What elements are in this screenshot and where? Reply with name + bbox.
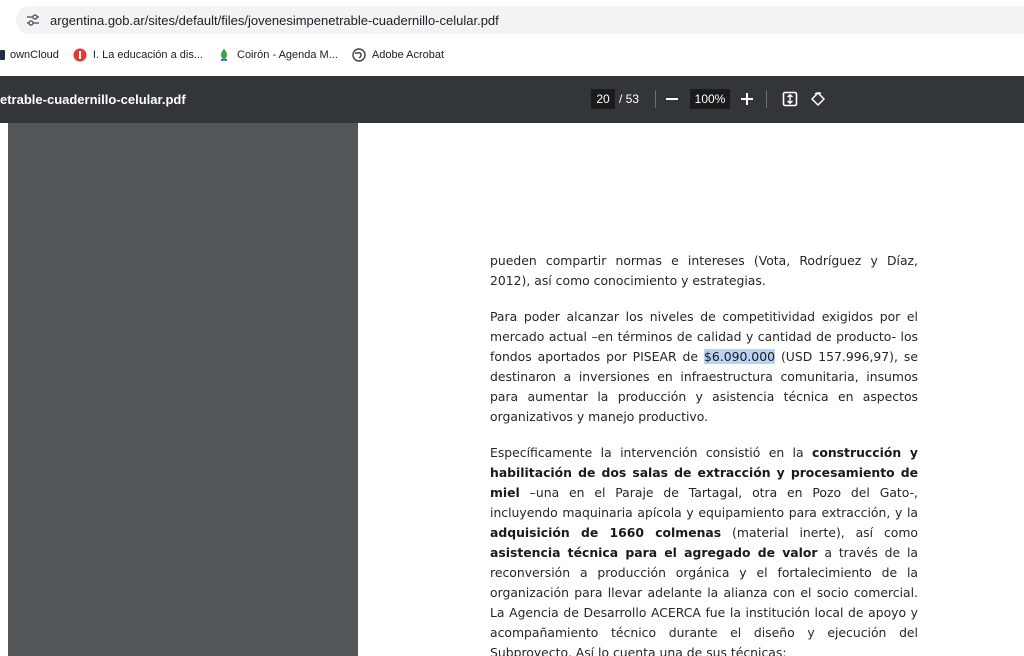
rotate-icon[interactable] bbox=[806, 88, 830, 110]
bookmark-coiron[interactable]: Coirón - Agenda M... bbox=[217, 43, 338, 67]
toolbar-divider bbox=[766, 90, 767, 108]
omnibox[interactable]: argentina.gob.ar/sites/default/files/jov… bbox=[16, 6, 1024, 34]
paragraph: Específicamente la intervención consisti… bbox=[490, 445, 919, 656]
bookmark-label: I. La educación a dis... bbox=[92, 49, 203, 61]
page-total: / 53 bbox=[619, 92, 640, 106]
site-info-icon[interactable] bbox=[24, 11, 42, 29]
paragraph: Para poder alcanzar los niveles de compe… bbox=[490, 309, 919, 424]
current-page-input[interactable]: 20 bbox=[591, 89, 615, 109]
bookmark-owncloud[interactable]: ownCloud bbox=[0, 43, 59, 67]
zoom-out-button[interactable] bbox=[660, 88, 684, 110]
bookmarks-bar: ownCloud I. La educación a dis... Coirón… bbox=[0, 40, 1024, 70]
bold-text: adquisición de 1660 colmenas bbox=[490, 525, 722, 540]
url-text[interactable]: argentina.gob.ar/sites/default/files/jov… bbox=[50, 13, 499, 28]
red-bookmark-icon bbox=[73, 48, 87, 62]
zoom-in-button[interactable] bbox=[735, 88, 759, 110]
bookmark-label: Coirón - Agenda M... bbox=[237, 49, 338, 61]
plant-icon bbox=[217, 48, 231, 62]
globe-icon bbox=[352, 48, 366, 62]
pdf-page: pueden compartir normas e intereses (Vot… bbox=[358, 123, 1024, 656]
toolbar-divider bbox=[655, 90, 656, 108]
pdf-toolbar: etrable-cuadernillo-celular.pdf 20 / 53 … bbox=[0, 76, 1024, 123]
pdf-viewer[interactable]: pueden compartir normas e intereses (Vot… bbox=[8, 123, 1024, 656]
highlighted-text: $6.090.000 bbox=[704, 349, 775, 364]
bookmark-label: Adobe Acrobat bbox=[371, 49, 445, 61]
address-bar: argentina.gob.ar/sites/default/files/jov… bbox=[0, 0, 1024, 40]
bookmark-adobe-acrobat[interactable]: Adobe Acrobat bbox=[352, 43, 444, 67]
page-text: pueden compartir normas e intereses (Vot… bbox=[490, 251, 918, 656]
pdf-file-title: etrable-cuadernillo-celular.pdf bbox=[0, 92, 186, 107]
cloud-icon bbox=[0, 48, 6, 62]
bookmark-educacion[interactable]: I. La educación a dis... bbox=[73, 43, 203, 67]
bookmark-label: ownCloud bbox=[10, 49, 59, 61]
bold-text: asistencia técnica para el agregado de v… bbox=[490, 545, 818, 560]
fit-to-page-button[interactable] bbox=[778, 88, 802, 110]
paragraph: pueden compartir normas e intereses (Vot… bbox=[490, 253, 918, 288]
zoom-input[interactable]: 100% bbox=[690, 89, 730, 109]
